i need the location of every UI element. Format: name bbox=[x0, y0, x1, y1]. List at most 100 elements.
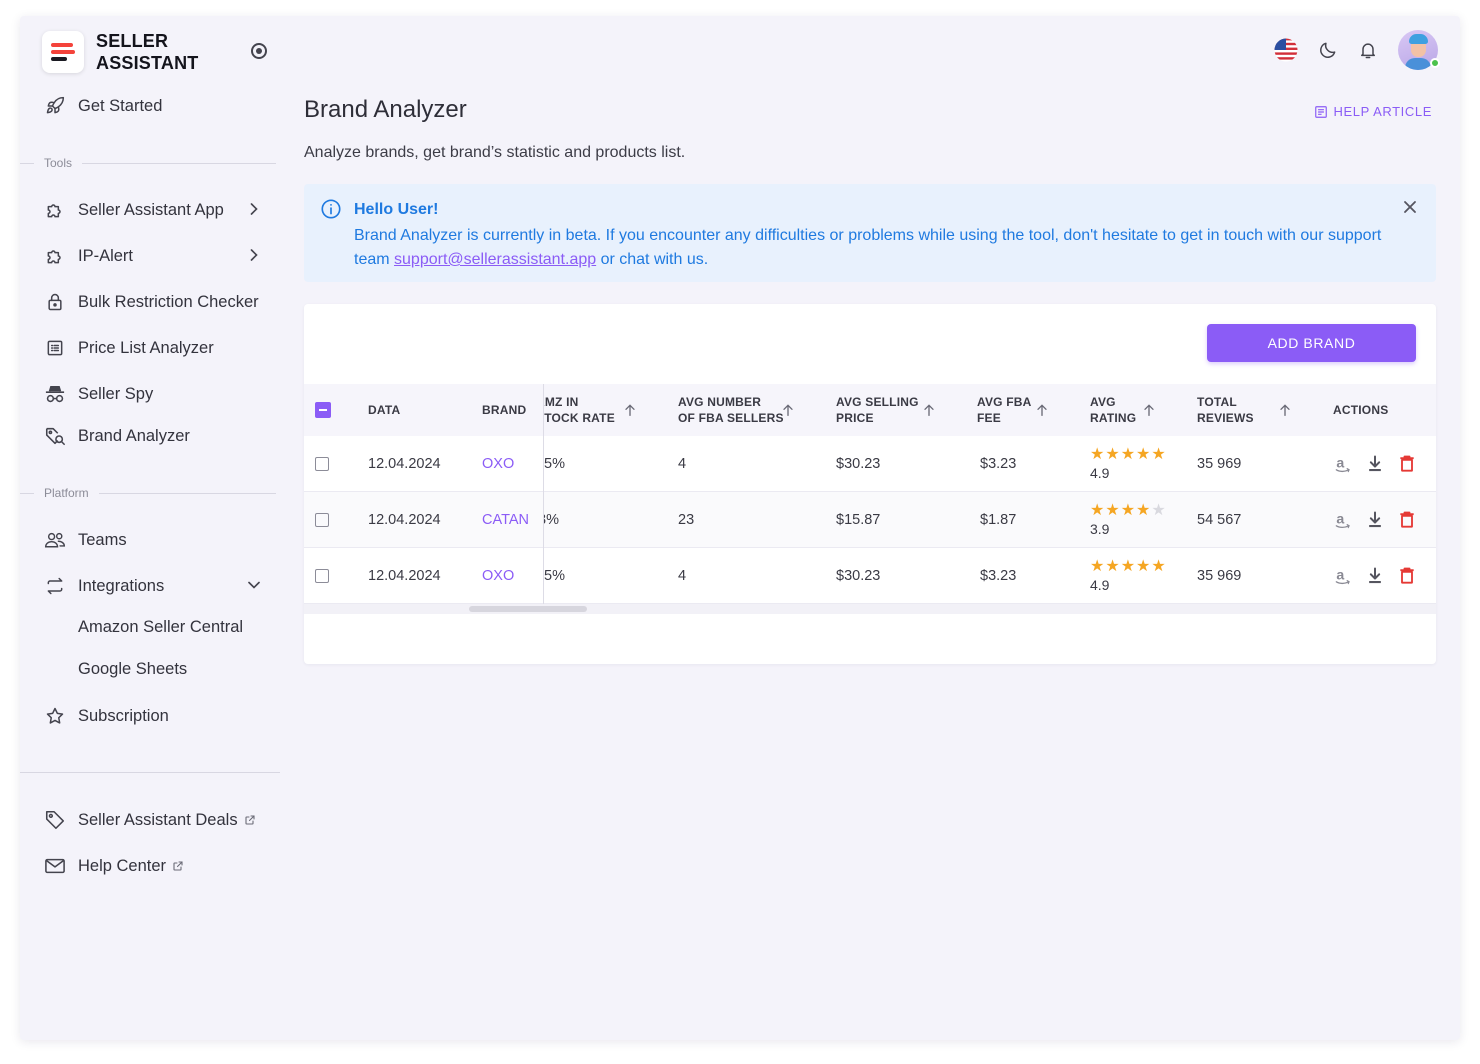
sidebar-item-price-list-analyzer[interactable]: Price List Analyzer bbox=[44, 333, 214, 363]
help-article-link[interactable]: HELP ARTICLE bbox=[1314, 104, 1433, 119]
logo[interactable]: SELLER ASSISTANT bbox=[42, 30, 198, 74]
beta-alert: Hello User! Brand Analyzer is currently … bbox=[304, 184, 1436, 282]
sort-arrow-icon[interactable] bbox=[622, 402, 638, 423]
trash-icon[interactable] bbox=[1397, 510, 1417, 535]
sidebar-item-seller-assistant-app[interactable]: Seller Assistant App bbox=[44, 195, 258, 225]
support-email-link[interactable]: support@sellerassistant.app bbox=[394, 251, 596, 268]
cell-avg-price: $30.23 bbox=[836, 568, 881, 584]
sidebar-item-help-center[interactable]: Help Center bbox=[44, 851, 184, 881]
sidebar-divider bbox=[20, 772, 280, 773]
cell-avg-sellers: 4 bbox=[678, 568, 687, 584]
alert-message: Brand Analyzer is currently in beta. If … bbox=[354, 227, 1382, 268]
cell-reviews: 35 969 bbox=[1197, 568, 1242, 584]
section-tools: Tools bbox=[20, 156, 276, 170]
sidebar-item-label: Seller Assistant App bbox=[78, 200, 224, 219]
col-avg-fba-fee[interactable]: AVG FBA FEE bbox=[977, 384, 1032, 436]
table-row: 12.04.2024 OXO 5% 4 $30.23 $3.23 ★★★★★ 4… bbox=[304, 548, 1436, 604]
list-icon bbox=[44, 337, 66, 359]
rocket-icon bbox=[44, 95, 66, 117]
trash-icon[interactable] bbox=[1397, 454, 1417, 479]
cell-rating: ★★★★★ 4.9 bbox=[1090, 436, 1167, 492]
sidebar-item-integrations[interactable]: Integrations bbox=[44, 571, 260, 601]
chevron-right-icon bbox=[244, 245, 264, 270]
lock-icon bbox=[44, 291, 66, 313]
download-icon[interactable] bbox=[1365, 566, 1385, 591]
cell-brand-link[interactable]: OXO bbox=[482, 436, 514, 492]
sidebar-item-seller-spy[interactable]: Seller Spy bbox=[44, 379, 153, 409]
users-icon bbox=[44, 529, 66, 551]
sidebar-item-label: Brand Analyzer bbox=[78, 426, 190, 445]
article-icon bbox=[1314, 105, 1327, 118]
sidebar-item-get-started[interactable]: Get Started bbox=[44, 91, 162, 121]
trash-icon[interactable] bbox=[1397, 566, 1417, 591]
horizontal-scrollbar-thumb[interactable] bbox=[469, 606, 587, 612]
sidebar-item-brand-analyzer[interactable]: Brand Analyzer bbox=[44, 421, 190, 451]
sort-arrow-icon[interactable] bbox=[921, 402, 937, 423]
col-avg-fba-sellers[interactable]: AVG NUMBER OF FBA SELLERS bbox=[678, 384, 784, 436]
cell-brand-link[interactable]: OXO bbox=[482, 548, 514, 604]
table-row: 12.04.2024 OXO 5% 4 $30.23 $3.23 ★★★★★ 4… bbox=[304, 436, 1436, 492]
mail-icon bbox=[44, 855, 66, 877]
amazon-icon[interactable]: a bbox=[1333, 454, 1353, 479]
help-article-label: HELP ARTICLE bbox=[1333, 104, 1432, 119]
cell-rating: ★★★★★ 4.9 bbox=[1090, 548, 1167, 604]
alert-title: Hello User! bbox=[354, 201, 439, 218]
sidebar-pin-toggle[interactable] bbox=[251, 43, 267, 59]
col-total-reviews[interactable]: TOTAL REVIEWS bbox=[1197, 384, 1254, 436]
sidebar-item-label: IP-Alert bbox=[78, 246, 134, 265]
rating-value: 3.9 bbox=[1090, 521, 1110, 537]
sidebar-item-deals[interactable]: Seller Assistant Deals bbox=[44, 805, 256, 835]
col-avg-selling-price[interactable]: AVG SELLING PRICE bbox=[836, 384, 919, 436]
download-icon[interactable] bbox=[1365, 510, 1385, 535]
sidebar-item-subscription[interactable]: Subscription bbox=[44, 701, 169, 731]
sidebar-item-bulk-restriction-checker[interactable]: Bulk Restriction Checker bbox=[44, 287, 259, 317]
row-checkbox[interactable] bbox=[315, 492, 329, 548]
sidebar-subitem-google-sheets[interactable]: Google Sheets bbox=[78, 660, 187, 679]
tag-icon bbox=[44, 809, 66, 831]
logo-mark bbox=[42, 31, 84, 73]
sidebar-item-label: Get Started bbox=[78, 96, 163, 115]
page-subtitle: Analyze brands, get brand’s statistic an… bbox=[304, 144, 686, 161]
swap-icon bbox=[44, 575, 66, 597]
cell-amz-in-stock: 5% bbox=[544, 456, 565, 472]
sort-arrow-icon[interactable] bbox=[780, 402, 796, 423]
us-flag-icon[interactable] bbox=[1274, 38, 1298, 62]
info-icon bbox=[320, 198, 342, 225]
sort-arrow-icon[interactable] bbox=[1034, 402, 1050, 423]
close-icon[interactable] bbox=[1400, 197, 1420, 222]
cell-avg-fee: $1.87 bbox=[980, 512, 1017, 528]
sort-arrow-icon[interactable] bbox=[1141, 402, 1157, 423]
cell-avg-price: $30.23 bbox=[836, 456, 881, 472]
app-window: SELLER ASSISTANT Get Started Tools Selle… bbox=[20, 16, 1460, 1040]
select-all-checkbox[interactable] bbox=[315, 384, 331, 436]
logo-text: SELLER ASSISTANT bbox=[96, 31, 199, 73]
sidebar-item-label: Bulk Restriction Checker bbox=[78, 292, 259, 311]
bell-icon[interactable] bbox=[1358, 40, 1378, 60]
add-brand-button[interactable]: ADD BRAND bbox=[1207, 324, 1416, 362]
sort-arrow-icon[interactable] bbox=[1277, 402, 1293, 423]
star-icon bbox=[44, 705, 66, 727]
rating-stars: ★★★★★ bbox=[1090, 502, 1167, 519]
chevron-right-icon bbox=[244, 199, 264, 224]
svg-text:a: a bbox=[1336, 511, 1344, 527]
row-checkbox[interactable] bbox=[315, 436, 329, 492]
moon-icon[interactable] bbox=[1318, 40, 1338, 60]
col-data[interactable]: DATA bbox=[368, 384, 400, 436]
cell-avg-sellers: 23 bbox=[678, 512, 695, 528]
row-checkbox[interactable] bbox=[315, 548, 329, 604]
sidebar: SELLER ASSISTANT Get Started Tools Selle… bbox=[20, 16, 280, 1040]
svg-text:a: a bbox=[1336, 455, 1344, 471]
rating-stars: ★★★★★ bbox=[1090, 558, 1167, 575]
sidebar-item-ip-alert[interactable]: IP-Alert bbox=[44, 241, 258, 271]
sidebar-subitem-amazon-seller-central[interactable]: Amazon Seller Central bbox=[78, 618, 243, 637]
download-icon[interactable] bbox=[1365, 454, 1385, 479]
amazon-icon[interactable]: a bbox=[1333, 510, 1353, 535]
cell-brand-link[interactable]: CATAN bbox=[482, 492, 529, 548]
col-brand[interactable]: BRAND bbox=[482, 384, 526, 436]
col-avg-rating[interactable]: AVG RATING bbox=[1090, 384, 1136, 436]
col-actions: ACTIONS bbox=[1333, 403, 1389, 417]
puzzle-icon bbox=[44, 199, 66, 221]
sidebar-item-teams[interactable]: Teams bbox=[44, 525, 127, 555]
amazon-icon[interactable]: a bbox=[1333, 566, 1353, 591]
rating-stars: ★★★★★ bbox=[1090, 446, 1167, 463]
